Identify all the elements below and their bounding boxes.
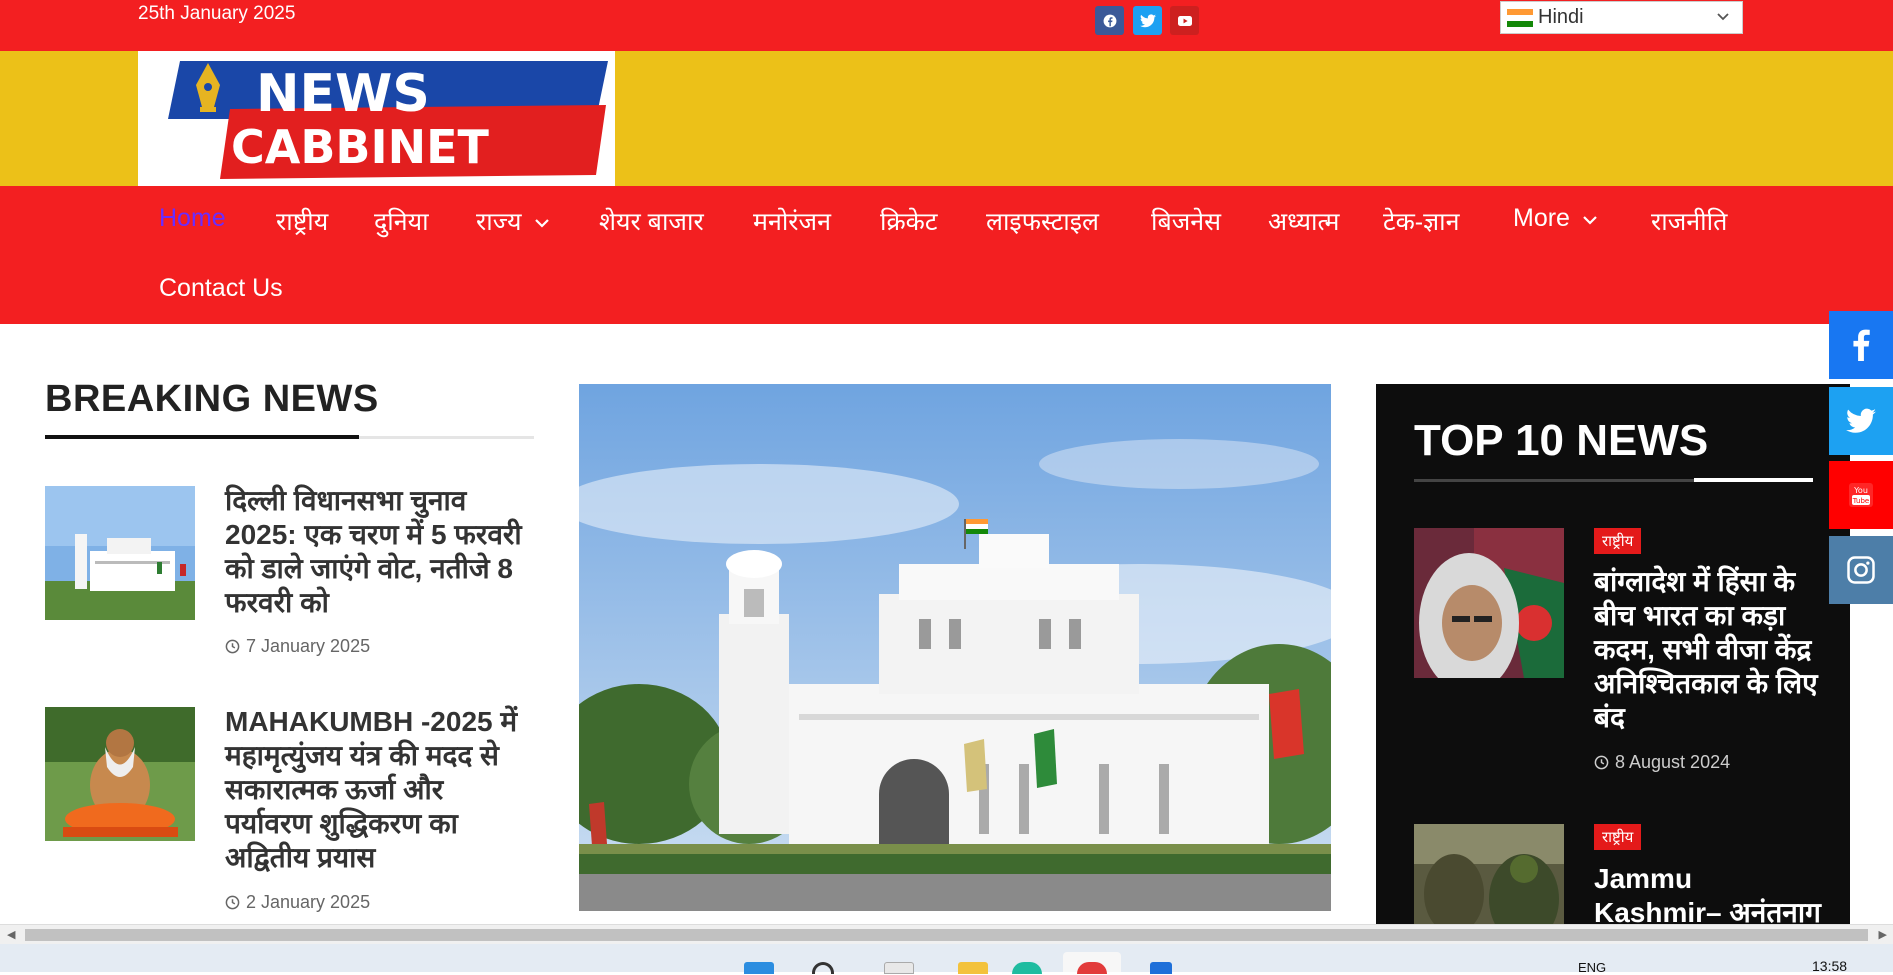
chevron-down-icon bbox=[1716, 6, 1730, 29]
nav-item-share-market[interactable]: शेयर बाजार bbox=[599, 204, 704, 238]
nav-item-national[interactable]: राष्ट्रीय bbox=[276, 204, 328, 238]
svg-text:NEWS: NEWS bbox=[256, 64, 430, 124]
nav-item-business[interactable]: बिजनेस bbox=[1151, 204, 1221, 238]
os-taskbar: ENG 13:58 bbox=[0, 944, 1893, 975]
top10-article-title[interactable]: Jammu Kashmir– अनंतनाग में bbox=[1594, 862, 1824, 924]
heading-accent bbox=[1694, 478, 1813, 482]
article-title[interactable]: दिल्ली विधानसभा चुनाव 2025: एक चरण में 5… bbox=[225, 484, 535, 620]
taskbar-language[interactable]: ENG bbox=[1578, 960, 1606, 975]
clock-icon bbox=[225, 639, 240, 654]
chrome-icon bbox=[1077, 962, 1107, 974]
side-youtube-icon[interactable]: You Tube bbox=[1829, 461, 1893, 529]
twitter-icon[interactable] bbox=[1133, 6, 1162, 35]
vscode-icon[interactable] bbox=[1150, 962, 1172, 974]
svg-text:You: You bbox=[1853, 486, 1868, 495]
india-flag-icon bbox=[1507, 8, 1533, 27]
main-nav: Home राष्ट्रीय दुनिया राज्य शेयर बाजार म… bbox=[0, 186, 1893, 324]
youtube-icon[interactable] bbox=[1170, 6, 1199, 35]
heading-underline bbox=[1414, 479, 1694, 482]
scrollbar-thumb[interactable] bbox=[25, 929, 1868, 941]
nav-item-more[interactable]: More bbox=[1513, 204, 1598, 233]
heading-divider bbox=[359, 436, 534, 439]
heading-underline bbox=[45, 435, 359, 439]
nav-item-cricket[interactable]: क्रिकेट bbox=[880, 204, 937, 238]
nav-item-tech[interactable]: टेक-ज्ञान bbox=[1383, 204, 1460, 238]
side-facebook-icon[interactable] bbox=[1829, 311, 1893, 379]
featured-image[interactable] bbox=[579, 384, 1331, 911]
nav-item-lifestyle[interactable]: लाइफस्टाइल bbox=[986, 204, 1099, 238]
nav-item-contact[interactable]: Contact Us bbox=[159, 274, 283, 303]
svg-text:Tube: Tube bbox=[1852, 497, 1869, 505]
category-badge[interactable]: राष्ट्रीय bbox=[1594, 824, 1642, 850]
start-icon[interactable] bbox=[744, 962, 774, 974]
nav-item-home[interactable]: Home bbox=[159, 204, 226, 233]
side-twitter-icon[interactable] bbox=[1829, 387, 1893, 455]
nav-item-entertainment[interactable]: मनोरंजन bbox=[753, 204, 831, 238]
nav-item-politics[interactable]: राजनीति bbox=[1651, 204, 1727, 238]
clock-icon bbox=[225, 895, 240, 910]
breaking-news-heading: BREAKING NEWS bbox=[45, 378, 379, 420]
nav-item-spirituality[interactable]: अध्यात्म bbox=[1268, 204, 1339, 238]
horizontal-scrollbar[interactable]: ◀ ▶ bbox=[0, 924, 1893, 944]
nav-item-world[interactable]: दुनिया bbox=[374, 204, 429, 238]
scroll-right-icon[interactable]: ▶ bbox=[1879, 928, 1887, 941]
nav-item-states[interactable]: राज्य bbox=[476, 204, 550, 238]
task-view-icon[interactable] bbox=[884, 962, 914, 974]
edge-icon[interactable] bbox=[1012, 962, 1042, 974]
current-date: 25th January 2025 bbox=[138, 3, 296, 24]
top10-panel: TOP 10 NEWS राष्ट्रीय बांग्लादेश में हिं… bbox=[1376, 384, 1850, 924]
language-label: Hindi bbox=[1538, 6, 1584, 28]
search-icon[interactable] bbox=[812, 962, 834, 974]
top10-article-title[interactable]: बांग्लादेश में हिंसा के बीच भारत का कड़ा… bbox=[1594, 565, 1824, 735]
category-badge[interactable]: राष्ट्रीय bbox=[1594, 528, 1642, 554]
side-instagram-icon[interactable] bbox=[1829, 536, 1893, 604]
article-date: 7 January 2025 bbox=[225, 636, 370, 657]
chevron-down-icon bbox=[1582, 204, 1598, 233]
top10-article-date: 8 August 2024 bbox=[1594, 752, 1730, 773]
site-header: NEWS CABBINET bbox=[0, 51, 1893, 186]
article-date: 2 January 2025 bbox=[225, 892, 370, 913]
article-thumbnail[interactable] bbox=[45, 707, 195, 841]
svg-text:CABBINET: CABBINET bbox=[231, 120, 490, 174]
top10-thumbnail[interactable] bbox=[1414, 824, 1564, 924]
language-select[interactable]: Hindi bbox=[1500, 1, 1743, 34]
top-bar: 25th January 2025 Hindi bbox=[0, 0, 1893, 51]
site-logo[interactable]: NEWS CABBINET bbox=[138, 51, 615, 186]
article-thumbnail[interactable] bbox=[45, 486, 195, 620]
top10-heading: TOP 10 NEWS bbox=[1414, 416, 1709, 465]
top10-thumbnail[interactable] bbox=[1414, 528, 1564, 678]
clock-icon bbox=[1594, 755, 1609, 770]
file-explorer-icon[interactable] bbox=[958, 962, 988, 974]
scroll-left-icon[interactable]: ◀ bbox=[7, 928, 15, 941]
article-title[interactable]: MAHAKUMBH -2025 में महामृत्युंजय यंत्र क… bbox=[225, 705, 535, 875]
facebook-icon[interactable] bbox=[1095, 6, 1124, 35]
chevron-down-icon bbox=[534, 207, 550, 236]
